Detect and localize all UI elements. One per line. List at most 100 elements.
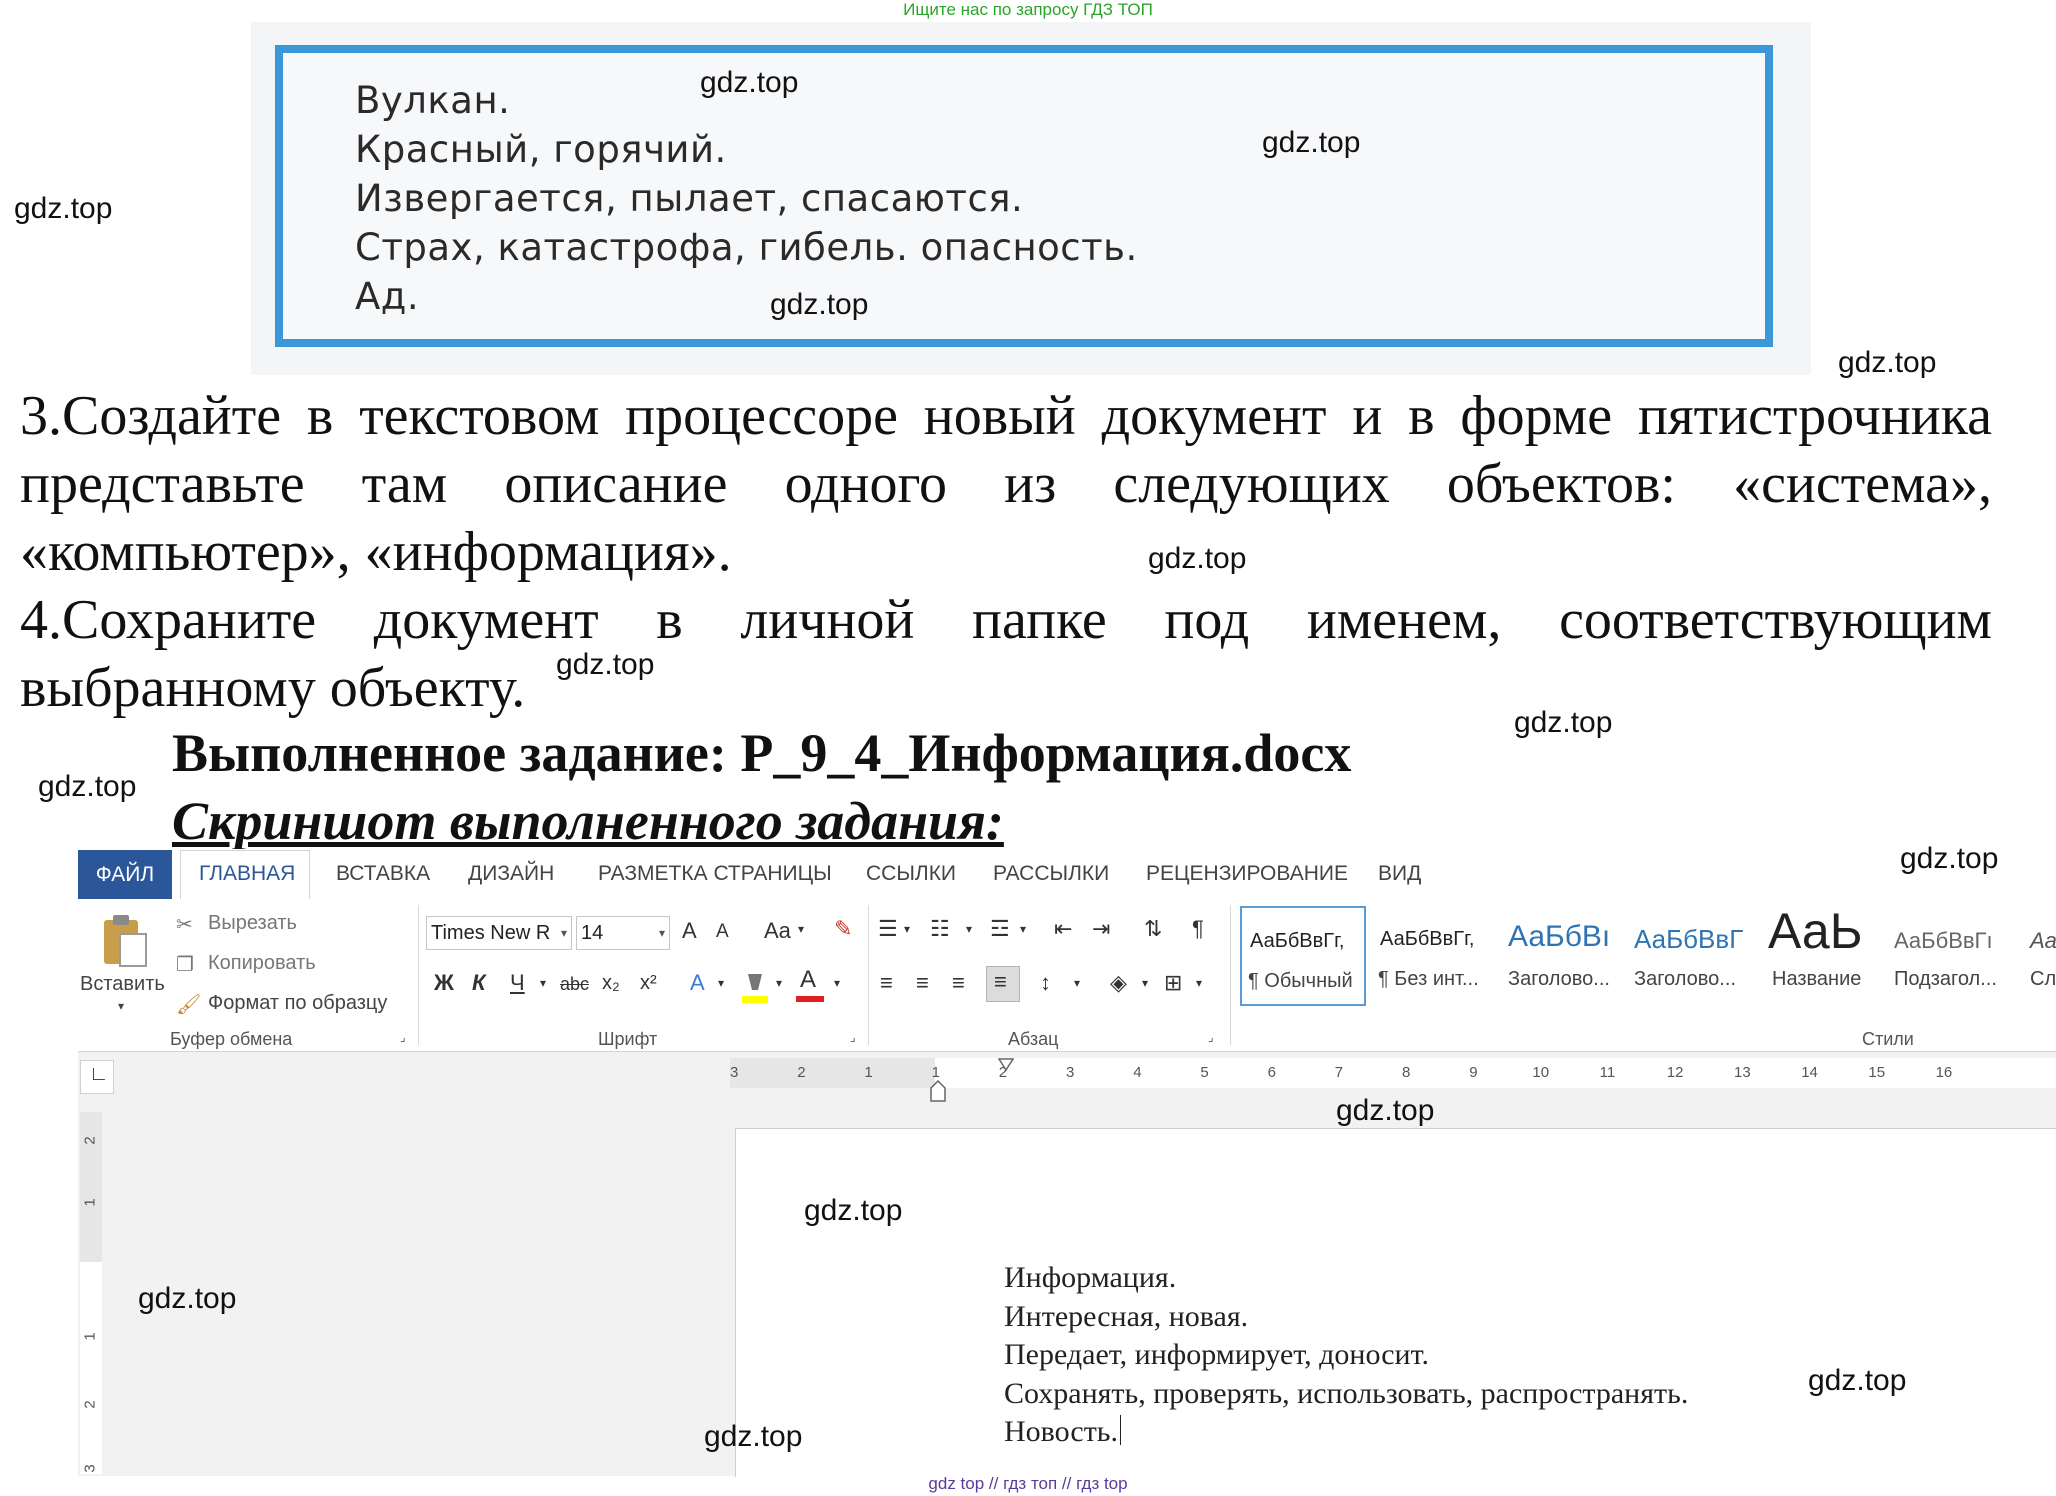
clipboard-group-label: Буфер обмена bbox=[170, 1029, 293, 1049]
tab-insert[interactable]: ВСТАВКА bbox=[336, 862, 430, 886]
tab-stop-selector[interactable]: ∟ bbox=[80, 1060, 114, 1094]
style-normal[interactable]: АаБбВвГг, ¶ Обычный bbox=[1240, 906, 1366, 1006]
clipboard-launcher-icon[interactable]: ⌟ bbox=[400, 1030, 406, 1044]
chevron-down-icon[interactable]: ▾ bbox=[966, 922, 972, 936]
strikethrough-button[interactable]: abc bbox=[560, 974, 589, 995]
top-note: Ищите нас по запросу ГДЗ ТОП bbox=[903, 0, 1153, 19]
ruler-number: 2 bbox=[797, 1064, 806, 1081]
text-effects-icon[interactable]: A bbox=[690, 970, 705, 996]
paste-label[interactable]: Вставить bbox=[80, 973, 165, 996]
align-center-icon[interactable]: ≡ bbox=[916, 970, 929, 996]
scan-line: Страх, катастрофа, гибель. опасность. bbox=[355, 226, 1138, 269]
tab-mailings[interactable]: РАССЫЛКИ bbox=[993, 862, 1109, 886]
justify-button[interactable]: ≡ bbox=[986, 966, 1020, 1002]
ruler-number: 15 bbox=[1868, 1064, 1886, 1081]
highlight-icon[interactable] bbox=[740, 970, 770, 1004]
font-name-field[interactable]: Times New R ▾ bbox=[426, 916, 572, 950]
font-launcher-icon[interactable]: ⌟ bbox=[850, 1030, 856, 1044]
ruler-number: 13 bbox=[1734, 1064, 1751, 1081]
chevron-down-icon[interactable]: ▾ bbox=[561, 917, 567, 949]
tab-page-layout[interactable]: РАЗМЕТКА СТРАНИЦЫ bbox=[598, 862, 832, 886]
style-more[interactable]: Аа Сл bbox=[2026, 906, 2056, 1006]
style-subtitle[interactable]: АаБбВвГı Подзагол... bbox=[1888, 906, 2022, 1006]
style-heading-1[interactable]: АаБбВı Заголово... bbox=[1500, 906, 1628, 1006]
underline-button[interactable]: Ч bbox=[510, 970, 525, 996]
ruler-number: 4 bbox=[1133, 1064, 1142, 1081]
ruler-number: 8 bbox=[1402, 1064, 1411, 1081]
divider bbox=[1230, 905, 1231, 1045]
font-name-value: Times New R bbox=[431, 922, 551, 944]
superscript-button[interactable]: x² bbox=[640, 972, 657, 995]
style-title[interactable]: АаЬ Название bbox=[1762, 906, 1882, 1006]
scan-poem: Вулкан. Красный, горячий. Извергается, п… bbox=[355, 76, 1138, 321]
chevron-down-icon[interactable]: ▾ bbox=[659, 917, 665, 949]
ruler-number: 2 bbox=[81, 1400, 99, 1409]
grow-font-button[interactable]: A bbox=[682, 918, 697, 944]
multilevel-list-icon[interactable]: ☲ bbox=[990, 916, 1010, 942]
chevron-down-icon[interactable]: ▾ bbox=[1074, 976, 1080, 990]
numbering-icon[interactable]: ☷ bbox=[930, 916, 950, 942]
scan-line: Красный, горячий. bbox=[355, 128, 727, 171]
chevron-down-icon[interactable]: ▾ bbox=[1196, 976, 1202, 990]
watermark: gdz.top bbox=[14, 192, 113, 225]
font-color-letter: A bbox=[800, 966, 817, 993]
subscript-button[interactable]: x₂ bbox=[602, 972, 620, 995]
tab-review[interactable]: РЕЦЕНЗИРОВАНИЕ bbox=[1146, 862, 1348, 886]
increase-indent-icon[interactable]: ⇥ bbox=[1092, 916, 1110, 942]
italic-button[interactable]: К bbox=[472, 970, 486, 996]
watermark: gdz.top bbox=[38, 770, 137, 803]
font-color-button[interactable]: A bbox=[796, 966, 826, 1004]
bullets-icon[interactable]: ☰ bbox=[878, 916, 898, 942]
watermark: gdz.top bbox=[700, 66, 799, 99]
bold-button[interactable]: Ж bbox=[434, 970, 454, 996]
shading-icon[interactable]: ◈ bbox=[1110, 970, 1127, 996]
document-line: Интересная, новая. bbox=[1004, 1299, 1249, 1333]
chevron-down-icon[interactable]: ▾ bbox=[776, 976, 782, 990]
tab-view[interactable]: ВИД bbox=[1378, 862, 1421, 886]
chevron-down-icon[interactable]: ▾ bbox=[1142, 976, 1148, 990]
tab-home[interactable]: ГЛАВНАЯ bbox=[199, 862, 295, 886]
style-sample: АаЬ bbox=[1768, 906, 1863, 959]
chevron-down-icon[interactable]: ▾ bbox=[904, 922, 910, 936]
format-painter-icon[interactable]: 🖌 bbox=[176, 992, 201, 1017]
style-name: Сл bbox=[2030, 968, 2056, 990]
first-line-indent-marker[interactable] bbox=[997, 1058, 1015, 1072]
chevron-down-icon[interactable]: ▾ bbox=[798, 922, 804, 936]
style-heading-2[interactable]: АаБбВвГ Заголово... bbox=[1630, 906, 1758, 1006]
sort-icon[interactable]: ⇅ bbox=[1144, 916, 1162, 942]
clear-formatting-icon[interactable]: ✎ bbox=[834, 916, 852, 942]
watermark: gdz.top bbox=[704, 1420, 803, 1453]
align-left-icon[interactable]: ≡ bbox=[880, 970, 893, 996]
ruler-number: 14 bbox=[1801, 1064, 1818, 1081]
tab-design[interactable]: ДИЗАЙН bbox=[468, 862, 554, 886]
style-no-spacing[interactable]: АаБбВвГг, ¶ Без инт... bbox=[1370, 906, 1498, 1006]
change-case-button[interactable]: Aa bbox=[764, 918, 791, 944]
chevron-down-icon[interactable]: ▾ bbox=[718, 976, 724, 990]
font-color-swatch bbox=[796, 996, 824, 1002]
align-right-icon[interactable]: ≡ bbox=[952, 970, 965, 996]
style-name: Заголово... bbox=[1508, 968, 1610, 990]
paste-icon[interactable] bbox=[100, 912, 150, 970]
shrink-font-button[interactable]: A bbox=[716, 921, 729, 943]
left-indent-marker[interactable] bbox=[930, 1079, 946, 1102]
line-spacing-icon[interactable]: ↕ bbox=[1040, 970, 1051, 996]
cut-button[interactable]: Вырезать bbox=[208, 912, 297, 935]
decrease-indent-icon[interactable]: ⇤ bbox=[1054, 916, 1072, 942]
document-body[interactable]: Информация. Интересная, новая. Передает,… bbox=[1004, 1259, 1688, 1452]
paragraph-launcher-icon[interactable]: ⌟ bbox=[1208, 1030, 1214, 1044]
tab-references[interactable]: ССЫЛКИ bbox=[866, 862, 956, 886]
copy-icon[interactable]: ❐ bbox=[176, 952, 194, 977]
document-line: Новость. bbox=[1004, 1413, 1688, 1452]
borders-icon[interactable]: ⊞ bbox=[1164, 970, 1182, 996]
format-painter-button[interactable]: Формат по образцу bbox=[208, 992, 387, 1015]
chevron-down-icon[interactable]: ▾ bbox=[834, 976, 840, 990]
chevron-down-icon[interactable]: ▾ bbox=[1020, 922, 1026, 936]
show-marks-icon[interactable]: ¶ bbox=[1192, 916, 1204, 942]
font-size-field[interactable]: 14 ▾ bbox=[576, 916, 670, 950]
paste-dropdown-icon[interactable]: ▾ bbox=[118, 999, 124, 1013]
chevron-down-icon[interactable]: ▾ bbox=[540, 976, 546, 990]
copy-button[interactable]: Копировать bbox=[208, 952, 316, 975]
cut-icon[interactable]: ✂ bbox=[176, 912, 193, 937]
tab-file[interactable]: ФАЙЛ bbox=[78, 850, 172, 899]
watermark: gdz.top bbox=[1262, 126, 1361, 159]
